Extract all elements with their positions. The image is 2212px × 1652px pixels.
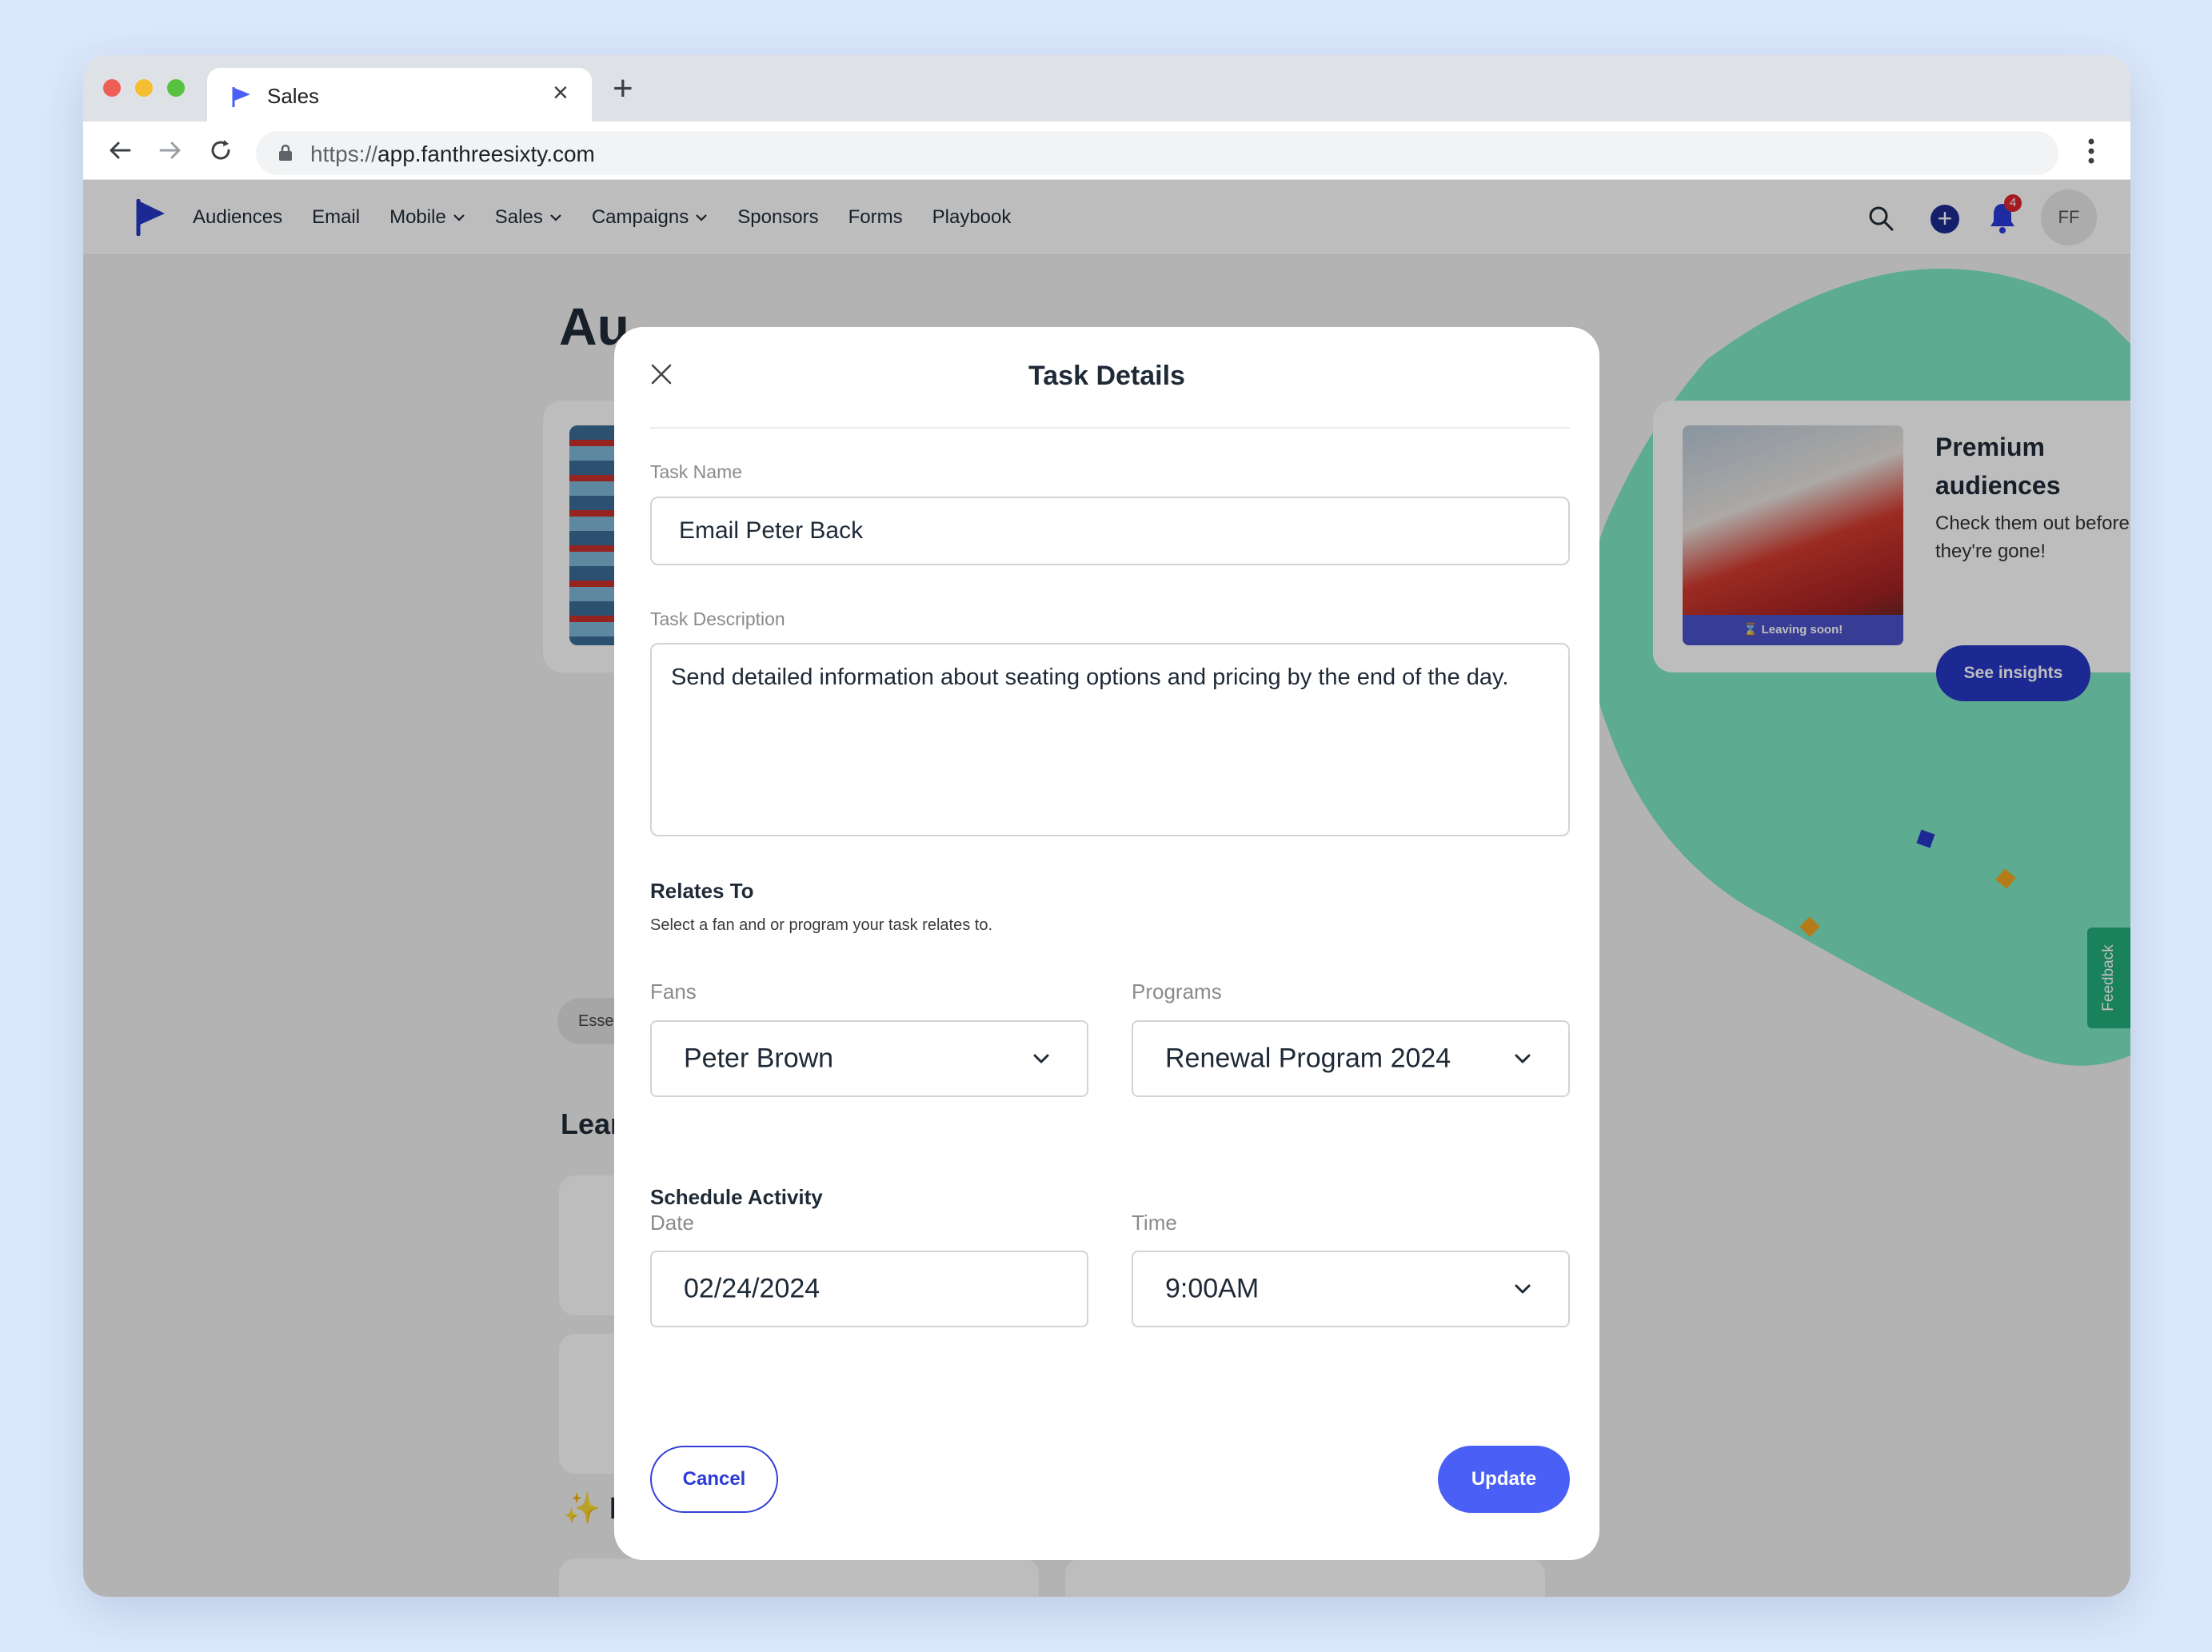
tab-close-icon[interactable]: × [553,79,569,106]
task-description-textarea[interactable]: Send detailed information about seating … [650,643,1570,836]
address-bar[interactable]: https://app.fanthreesixty.com [256,131,2058,175]
tab-title: Sales [267,84,320,108]
modal-title: Task Details [1028,361,1185,391]
date-value: 02/24/2024 [684,1273,821,1304]
url-text: https://app.fanthreesixty.com [310,142,595,166]
task-name-value: Email Peter Back [679,517,864,544]
browser-tab[interactable]: Sales × [207,68,592,122]
schedule-activity-title: Schedule Activity [650,1185,823,1209]
cancel-button[interactable]: Cancel [650,1446,778,1513]
programs-select[interactable]: Renewal Program 2024 [1132,1020,1570,1097]
lock-icon [279,144,292,161]
chevron-down-icon [1033,1054,1049,1063]
relates-to-title: Relates To [650,879,754,903]
fans-select[interactable]: Peter Brown [650,1020,1088,1097]
fans-selected-value: Peter Brown [684,1043,834,1074]
task-description-value: Send detailed information about seating … [671,664,1509,690]
time-label: Time [1132,1211,1177,1235]
programs-selected-value: Renewal Program 2024 [1165,1043,1451,1074]
programs-label: Programs [1132,980,1222,1004]
task-description-label: Task Description [650,609,785,629]
app-page: Audiences Email Mobile Sales Campaigns S… [83,180,2130,1597]
reload-icon[interactable] [205,134,237,166]
browser-menu-icon[interactable] [2087,138,2095,165]
chevron-down-icon [1515,1054,1531,1063]
relates-to-subtitle: Select a fan and or program your task re… [650,916,992,934]
window-minimize-button[interactable] [135,79,153,97]
modal-divider [650,427,1570,429]
chevron-down-icon [1515,1284,1531,1294]
flag-icon [232,87,250,107]
window-maximize-button[interactable] [167,79,185,97]
browser-toolbar: https://app.fanthreesixty.com [83,122,2130,180]
window-close-button[interactable] [103,79,121,97]
date-label: Date [650,1211,694,1235]
new-tab-icon[interactable]: + [613,71,633,106]
browser-window: Sales × + https://app.fanthreesixty.com [83,55,2130,1597]
browser-tabbar: Sales × + [83,55,2130,122]
task-name-label: Task Name [650,461,743,482]
fans-label: Fans [650,980,697,1004]
time-selected-value: 9:00AM [1165,1273,1260,1304]
update-button[interactable]: Update [1438,1446,1570,1513]
forward-arrow-icon[interactable] [154,134,186,166]
back-arrow-icon[interactable] [104,134,136,166]
task-name-input[interactable]: Email Peter Back [650,497,1570,565]
task-details-modal: Task Details Task Name Email Peter Back … [614,327,1599,1560]
date-input[interactable]: 02/24/2024 [650,1251,1088,1327]
time-select[interactable]: 9:00AM [1132,1251,1570,1327]
